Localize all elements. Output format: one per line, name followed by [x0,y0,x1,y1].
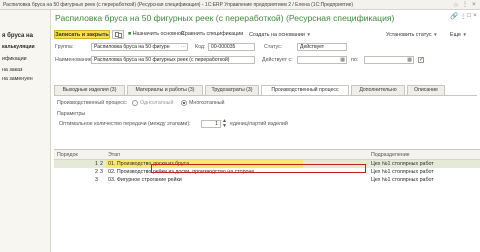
code-value: 00-000035 [211,44,236,50]
process-label: Производственный процесс: [57,100,128,106]
department-cell: Цех №1 столярных работ [371,169,434,175]
status-field[interactable]: Действует [297,43,347,51]
single-stage-label: Одноэтапный [140,100,174,106]
link-icon[interactable]: 🔗 [450,12,458,20]
department-cell: Цех №1 столярных работ [371,177,434,183]
tab-additional[interactable]: Дополнительно [351,85,405,95]
code-field[interactable]: 00-000035 [208,43,255,51]
name-label: Наименование: [55,57,94,63]
copy-icon [118,33,122,38]
optimal-qty-field[interactable]: 1 [201,120,221,128]
left-panel-item[interactable]: ификации [2,56,27,62]
save-button[interactable] [112,30,124,39]
left-panel-item[interactable]: на заказ [2,67,22,73]
tab-materials-works[interactable]: Материалы и работы (3) [127,85,203,95]
table-header: Порядок Этап Подразделение [54,150,480,160]
next-order-cell: 2 [100,161,103,167]
set-status-label: Установить статус [386,32,432,38]
column-department[interactable]: Подразделение [371,152,410,158]
stepper-icon[interactable]: ▼ [222,123,227,129]
stage-cell: 03. Фигурное строгание рейки [108,177,182,183]
set-main-label: Назначить основной [132,31,185,37]
chevron-down-icon: ▼ [433,32,438,37]
document-title: Распиловка бруса на 50 фигурных реек (с … [55,13,395,23]
left-panel: я бруса на калькуляции ификации на заказ… [0,10,51,252]
left-panel-item[interactable]: на заменуен [2,76,33,82]
set-main-icon: ■ [128,31,132,37]
multi-stage-label: Многоэтапный [189,100,225,106]
maximize-icon[interactable]: □ [467,12,471,19]
tab-output-products[interactable]: Выходные изделия (3) [54,85,125,95]
name-field[interactable]: Распиловка бруса на 50 фигурных реек (с … [91,56,255,64]
more-icon[interactable]: ⋮ [460,12,467,20]
close-icon[interactable]: × [473,12,477,19]
group-label: Группа: [55,44,74,50]
optimal-qty-value: 1 [215,121,218,127]
window-title-bar: Распиловка бруса на 50 фигурных реек (с … [0,0,480,10]
ellipsis-icon[interactable]: … [181,44,187,50]
radio-single-stage[interactable] [132,100,138,106]
valid-from-field[interactable]: ▦ [297,56,347,64]
create-based-on-button[interactable]: Создать на основании ▼ [249,30,311,39]
calendar-icon[interactable]: ▦ [407,57,412,63]
tab-divider [54,95,477,96]
left-panel-title[interactable]: я бруса на [2,33,33,39]
chevron-down-icon: ▼ [462,32,467,37]
set-main-button[interactable]: ■ Назначить основной [128,30,184,39]
valid-to-label: по: [351,57,359,63]
radio-multi-stage[interactable] [181,100,187,106]
order-cell: 2 [95,169,98,175]
chevron-down-icon: ▼ [306,32,311,37]
compare-specs-button[interactable]: Сравнить спецификации [181,30,243,39]
star-icon[interactable]: ☆ [453,1,459,9]
status-value: Действует [300,44,325,50]
optimal-unit-label: единиц/партий изделий [230,121,288,127]
window-title: Распиловка бруса на 50 фигурных реек (с … [3,2,354,8]
valid-from-label: Действует с: [262,57,293,63]
calendar-icon[interactable]: ▦ [340,57,345,63]
column-stage[interactable]: Этап [108,152,120,158]
tab-description[interactable]: Описание [407,85,445,95]
document-window: Распиловка бруса на 50 фигурных реек (с … [51,10,480,252]
group-value: Распиловка бруса на 50 фигурн [94,44,170,50]
department-cell: Цех №1 столярных работ [371,161,434,167]
close-icon[interactable]: × [472,1,476,8]
more-label: Еще [450,32,461,38]
next-order-cell: 3 [100,169,103,175]
save-and-close-button[interactable]: Записать и закрыть [54,30,110,39]
valid-to-field[interactable]: ▦ [364,56,414,64]
optimal-qty-label: Оптимальное количество передачи (между э… [59,121,191,127]
params-label: Параметры [57,111,86,117]
valid-to-checkbox[interactable] [418,56,424,63]
more-button[interactable]: Еще ▼ [450,30,467,39]
highlight-box [151,164,366,173]
column-order[interactable]: Порядок [57,152,78,158]
order-cell: 1 [95,161,98,167]
code-label: Код: [195,44,206,50]
order-cell: 3 [95,177,98,183]
set-status-button[interactable]: Установить статус ▼ [386,30,438,39]
create-based-label: Создать на основании [249,32,305,38]
tab-labor-costs[interactable]: Трудозатраты (3) [205,85,259,95]
dots-icon[interactable]: ⋮ [462,1,468,8]
name-value: Распиловка бруса на 50 фигурных реек (с … [94,57,230,63]
status-label: Статус: [264,44,283,50]
left-panel-item[interactable]: калькуляции [2,44,35,50]
group-field[interactable]: Распиловка бруса на 50 фигурн … [91,43,188,51]
table-row[interactable]: 3 03. Фигурное строгание рейки Цех №1 ст… [54,176,480,184]
